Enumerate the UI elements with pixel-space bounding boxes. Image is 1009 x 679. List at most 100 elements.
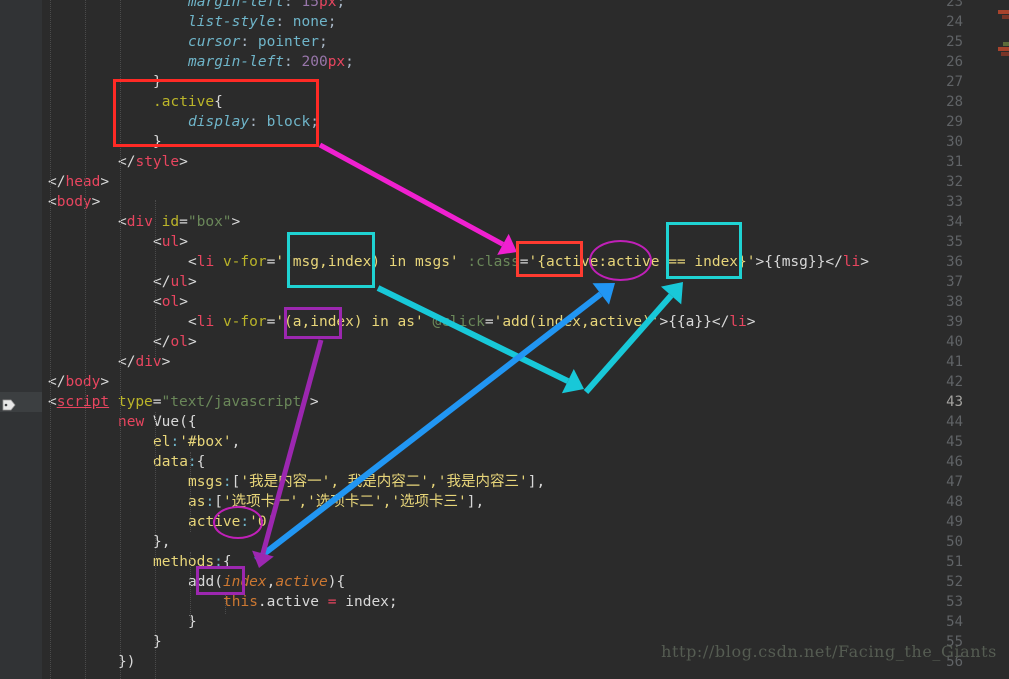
token: >	[860, 254, 870, 270]
line-number-gutter[interactable]	[0, 0, 42, 679]
code-line-29[interactable]: display: block;	[188, 112, 319, 132]
token: data	[153, 454, 188, 470]
error-marker-2[interactable]	[1002, 15, 1009, 19]
token: :	[275, 14, 293, 30]
code-line-32[interactable]: </head>	[48, 172, 109, 192]
indent-guide-1	[85, 0, 87, 679]
line-number-51: 51	[946, 554, 963, 570]
token: type	[117, 394, 153, 410]
code-line-48[interactable]: as:['选项卡一','选项卡二','选项卡三'],	[188, 492, 484, 512]
code-line-31[interactable]: </style>	[118, 152, 188, 172]
code-line-28[interactable]: .active{	[153, 92, 223, 112]
token: :	[240, 514, 250, 530]
token: '(msg,index) in msgs'	[275, 254, 459, 270]
token: >	[309, 394, 319, 410]
token: ]	[466, 494, 476, 510]
code-line-46[interactable]: data:{	[153, 452, 205, 472]
token: :	[214, 554, 223, 570]
code-line-36[interactable]: <li v-for='(msg,index) in msgs' :class='…	[188, 252, 869, 272]
token: px	[327, 54, 346, 70]
token: ol	[170, 334, 188, 350]
line-number-40: 40	[946, 334, 963, 350]
gutter-edge	[42, 0, 43, 679]
token: >	[179, 234, 188, 250]
code-line-44[interactable]: new Vue({	[118, 412, 197, 432]
token: >	[100, 174, 110, 190]
line-number-44: 44	[946, 414, 963, 430]
token: :	[240, 34, 258, 50]
error-marker-4[interactable]	[998, 47, 1009, 51]
token: head	[65, 174, 101, 190]
line-number-41: 41	[946, 354, 963, 370]
code-line-24[interactable]: list-style: none;	[188, 12, 336, 32]
code-line-40[interactable]: </ol>	[153, 332, 197, 352]
code-line-49[interactable]: active:'0'	[188, 512, 275, 532]
code-line-38[interactable]: <ol>	[153, 292, 188, 312]
line-number-34: 34	[946, 214, 963, 230]
line-number-25: 25	[946, 34, 963, 50]
token: div	[135, 354, 162, 370]
token: ol	[161, 294, 180, 310]
token: this	[223, 594, 258, 610]
code-line-23[interactable]: margin-left: 15px;	[188, 0, 345, 12]
code-line-43[interactable]: <script type="text/javascript">	[48, 392, 319, 412]
code-line-41[interactable]: </div>	[118, 352, 170, 372]
token: active	[188, 514, 241, 530]
indent-guide-4	[155, 412, 157, 679]
token: "box"	[187, 214, 232, 230]
line-number-23: 23	[946, 0, 963, 10]
code-line-30[interactable]: }	[153, 132, 162, 152]
line-number-47: 47	[946, 474, 963, 490]
code-line-42[interactable]: </body>	[48, 372, 109, 392]
token: li	[842, 254, 861, 270]
line-number-39: 39	[946, 314, 963, 330]
minimap-markers[interactable]	[995, 0, 1009, 679]
token: =	[179, 214, 188, 230]
token: '我是内容一', 我是内容二','我是内容三'	[240, 474, 528, 490]
token: :class	[467, 254, 520, 270]
code-line-35[interactable]: <ul>	[153, 232, 188, 252]
code-line-51[interactable]: methods:{	[153, 552, 232, 572]
token: [	[214, 494, 223, 510]
code-line-26[interactable]: margin-left: 200px;	[188, 52, 354, 72]
token: {	[196, 454, 206, 470]
code-line-25[interactable]: cursor: pointer;	[188, 32, 328, 52]
code-line-53[interactable]: this.active = index;	[223, 592, 398, 612]
code-line-52[interactable]: add(index,active){	[188, 572, 345, 592]
code-line-47[interactable]: msgs:['我是内容一', 我是内容二','我是内容三'],	[188, 472, 545, 492]
token: '#box'	[179, 434, 232, 450]
code-line-39[interactable]: <li v-for='(a,index) in as' @click='add(…	[188, 312, 756, 332]
line-number-48: 48	[946, 494, 963, 510]
watermark-url: http://blog.csdn.net/Facing_the_Giants	[661, 642, 997, 661]
code-line-37[interactable]: </ul>	[153, 272, 197, 292]
indent-guide-6	[190, 552, 192, 622]
error-marker-5[interactable]	[1001, 52, 1009, 56]
line-number-28: 28	[946, 94, 963, 110]
token: ({	[179, 414, 197, 430]
token: @click	[432, 314, 485, 330]
token: none	[292, 14, 328, 30]
line-number-27: 27	[946, 74, 963, 90]
token: active	[266, 594, 320, 610]
code-text-layer[interactable]: margin-left: 15px; list-style: none; curso…	[0, 0, 1009, 679]
token: msgs	[188, 474, 223, 490]
token: ;	[388, 594, 398, 610]
line-number-49: 49	[946, 514, 963, 530]
error-marker-3[interactable]	[1003, 42, 1009, 46]
code-line-45[interactable]: el:'#box',	[153, 432, 240, 452]
code-line-33[interactable]: <body>	[48, 192, 100, 212]
token: '0'	[249, 514, 276, 530]
error-marker-1[interactable]	[998, 10, 1009, 14]
bookmark-icon[interactable]	[2, 396, 16, 411]
token: }	[153, 74, 162, 90]
token: :	[284, 54, 302, 70]
token: >	[187, 274, 197, 290]
line-number-38: 38	[946, 294, 963, 310]
code-line-27[interactable]: }	[153, 72, 162, 92]
code-line-34[interactable]: <div id="box">	[118, 212, 240, 232]
token: methods	[153, 554, 215, 570]
